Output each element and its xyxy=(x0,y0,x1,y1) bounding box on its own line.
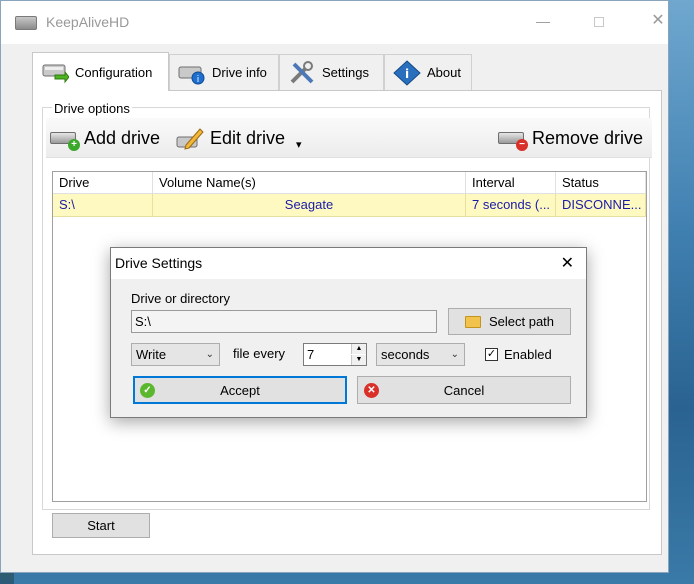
unit-select[interactable]: seconds ⌄ xyxy=(376,343,465,366)
check-icon: ✓ xyxy=(140,383,155,398)
tools-icon xyxy=(288,60,316,86)
mode-select[interactable]: Write ⌄ xyxy=(131,343,220,366)
tab-label: Drive info xyxy=(212,65,267,80)
remove-drive-label: Remove drive xyxy=(532,127,644,148)
enabled-label: Enabled xyxy=(504,347,552,362)
svg-text:i: i xyxy=(405,67,409,81)
tab-settings[interactable]: Settings xyxy=(279,54,384,90)
tab-about[interactable]: i About xyxy=(384,54,472,90)
path-field[interactable]: S:\ xyxy=(131,310,437,333)
file-every-label: file every xyxy=(233,346,286,361)
info-diamond-icon: i xyxy=(393,59,421,86)
unit-value: seconds xyxy=(381,347,430,362)
accept-label: Accept xyxy=(220,382,260,398)
column-header-drive[interactable]: Drive xyxy=(53,172,153,194)
app-drive-icon xyxy=(15,16,37,30)
table-header: Drive Volume Name(s) Interval Status xyxy=(53,172,646,194)
pencil-icon xyxy=(176,125,204,151)
drive-options-label: Drive options xyxy=(52,101,132,116)
close-button[interactable]: ✕ xyxy=(648,11,668,31)
tab-label: About xyxy=(427,65,461,80)
cancel-label: Cancel xyxy=(443,382,485,398)
window-title: KeepAliveHD xyxy=(46,14,130,30)
column-header-interval[interactable]: Interval xyxy=(466,172,556,194)
tab-label: Configuration xyxy=(75,64,153,80)
edit-drive-button[interactable]: Edit drive xyxy=(176,124,285,152)
table-row[interactable]: S:\ Seagate 7 seconds (... DISCONNE... xyxy=(53,194,646,217)
edit-drive-dropdown-caret[interactable]: ▾ xyxy=(296,130,302,158)
edit-drive-label: Edit drive xyxy=(210,127,286,148)
maximize-icon xyxy=(594,17,604,28)
cell-drive: S:\ xyxy=(53,194,153,216)
column-header-status[interactable]: Status xyxy=(556,172,646,194)
drive-info-icon: i xyxy=(178,60,206,86)
start-button[interactable]: Start xyxy=(52,513,150,538)
chevron-down-icon: ⌄ xyxy=(205,349,214,360)
tab-drive-info[interactable]: i Drive info xyxy=(169,54,279,90)
remove-drive-icon: − xyxy=(498,128,528,151)
chevron-down-icon: ⌄ xyxy=(450,349,459,360)
add-drive-button[interactable]: + Add drive xyxy=(50,124,160,152)
accept-button[interactable]: ✓ Accept xyxy=(133,376,347,404)
tab-label: Settings xyxy=(322,65,369,80)
drive-arrow-icon xyxy=(41,59,70,85)
folder-icon xyxy=(464,315,481,328)
interval-value: 7 xyxy=(307,347,315,362)
maximize-button[interactable] xyxy=(589,11,609,31)
stepper-down-icon[interactable]: ▼ xyxy=(351,355,366,365)
drive-or-directory-label: Drive or directory xyxy=(131,291,230,306)
interval-stepper[interactable]: 7 ▲ ▼ xyxy=(303,343,367,366)
minimize-button[interactable]: — xyxy=(533,11,553,31)
enabled-checkbox-row[interactable]: ✓ Enabled xyxy=(485,347,552,362)
dialog-title-bar: Drive Settings ✕ xyxy=(111,248,586,279)
mode-value: Write xyxy=(136,347,167,362)
remove-drive-button[interactable]: − Remove drive xyxy=(498,124,643,152)
cell-interval: 7 seconds (... xyxy=(466,194,556,216)
select-path-button[interactable]: Select path xyxy=(448,308,571,335)
add-drive-icon: + xyxy=(50,128,80,151)
select-path-label: Select path xyxy=(488,314,555,329)
cell-volume: Seagate xyxy=(153,194,466,216)
add-drive-label: Add drive xyxy=(84,127,161,148)
stepper-up-icon[interactable]: ▲ xyxy=(351,344,366,354)
cancel-button[interactable]: ✕ Cancel xyxy=(357,376,571,404)
column-header-volume[interactable]: Volume Name(s) xyxy=(153,172,466,194)
svg-text:i: i xyxy=(197,75,200,85)
drive-settings-dialog: Drive Settings ✕ Drive or directory S:\ … xyxy=(110,247,587,418)
dialog-close-button[interactable]: ✕ xyxy=(561,253,574,273)
cell-status: DISCONNE... xyxy=(556,194,646,216)
drive-toolbar: + Add drive Edit drive ▾ − Remove drive xyxy=(46,118,652,158)
close-icon: ✕ xyxy=(364,383,379,398)
tab-configuration[interactable]: Configuration xyxy=(32,52,169,91)
enabled-checkbox[interactable]: ✓ xyxy=(485,348,498,361)
title-bar: KeepAliveHD — ✕ xyxy=(1,1,668,44)
dialog-title: Drive Settings xyxy=(115,255,203,271)
